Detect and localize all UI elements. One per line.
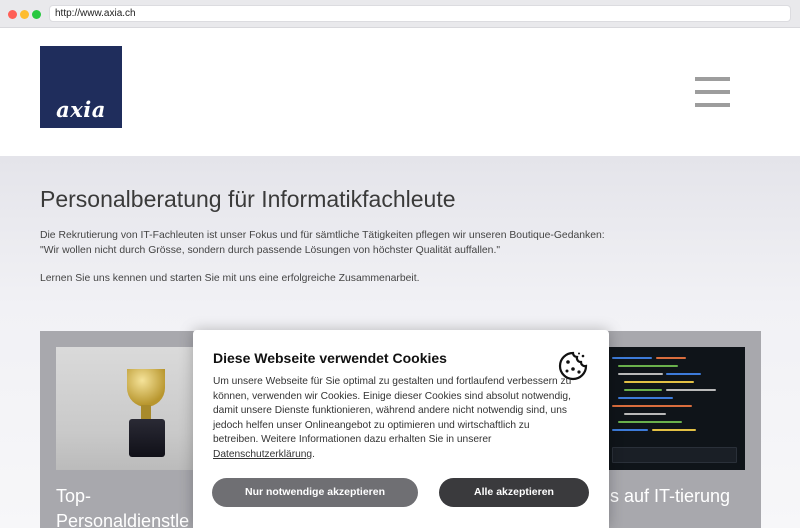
trophy-base-shape bbox=[129, 419, 165, 457]
intro-paragraph-2: Lernen Sie uns kennen und starten Sie mi… bbox=[40, 273, 420, 284]
cookie-dialog-text: Um unsere Webseite für Sie optimal zu ge… bbox=[213, 375, 573, 463]
intro-line-1: Die Rekrutierung von IT-Fachleuten ist u… bbox=[40, 230, 605, 241]
cookie-text-body: Um unsere Webseite für Sie optimal zu ge… bbox=[213, 376, 572, 446]
trophy-cup-shape bbox=[127, 369, 165, 407]
close-window-button[interactable] bbox=[8, 10, 17, 19]
accept-necessary-button[interactable]: Nur notwendige akzeptieren bbox=[212, 478, 418, 507]
cookie-text-end: . bbox=[312, 448, 315, 460]
logo-text: axia bbox=[56, 97, 106, 122]
card-title-left[interactable]: Top-Personaldienstle bbox=[56, 484, 196, 528]
cookie-consent-dialog: Diese Webseite verwendet Cookies Um unse… bbox=[193, 330, 609, 528]
site-header: axia bbox=[0, 28, 800, 156]
privacy-policy-link[interactable]: Datenschutzerklärung bbox=[213, 449, 312, 460]
minimize-window-button[interactable] bbox=[20, 10, 29, 19]
cookie-dialog-title: Diese Webseite verwendet Cookies bbox=[213, 350, 447, 366]
accept-all-button[interactable]: Alle akzeptieren bbox=[439, 478, 589, 507]
hamburger-menu-icon[interactable] bbox=[695, 77, 730, 109]
code-screen-image bbox=[604, 347, 745, 470]
trophy-stem-shape bbox=[141, 405, 151, 419]
browser-chrome: http://www.axia.ch bbox=[0, 0, 800, 28]
card-title-right[interactable]: s auf IT-tierung bbox=[610, 484, 750, 509]
maximize-window-button[interactable] bbox=[32, 10, 41, 19]
address-bar[interactable]: http://www.axia.ch bbox=[49, 5, 791, 22]
trophy-image bbox=[56, 347, 196, 470]
page-title: Personalberatung für Informatikfachleute bbox=[40, 186, 456, 212]
intro-paragraph: Die Rekrutierung von IT-Fachleuten ist u… bbox=[40, 228, 640, 258]
intro-line-2: "Wir wollen nicht durch Grösse, sondern … bbox=[40, 245, 501, 256]
axia-logo[interactable]: axia bbox=[40, 46, 122, 128]
